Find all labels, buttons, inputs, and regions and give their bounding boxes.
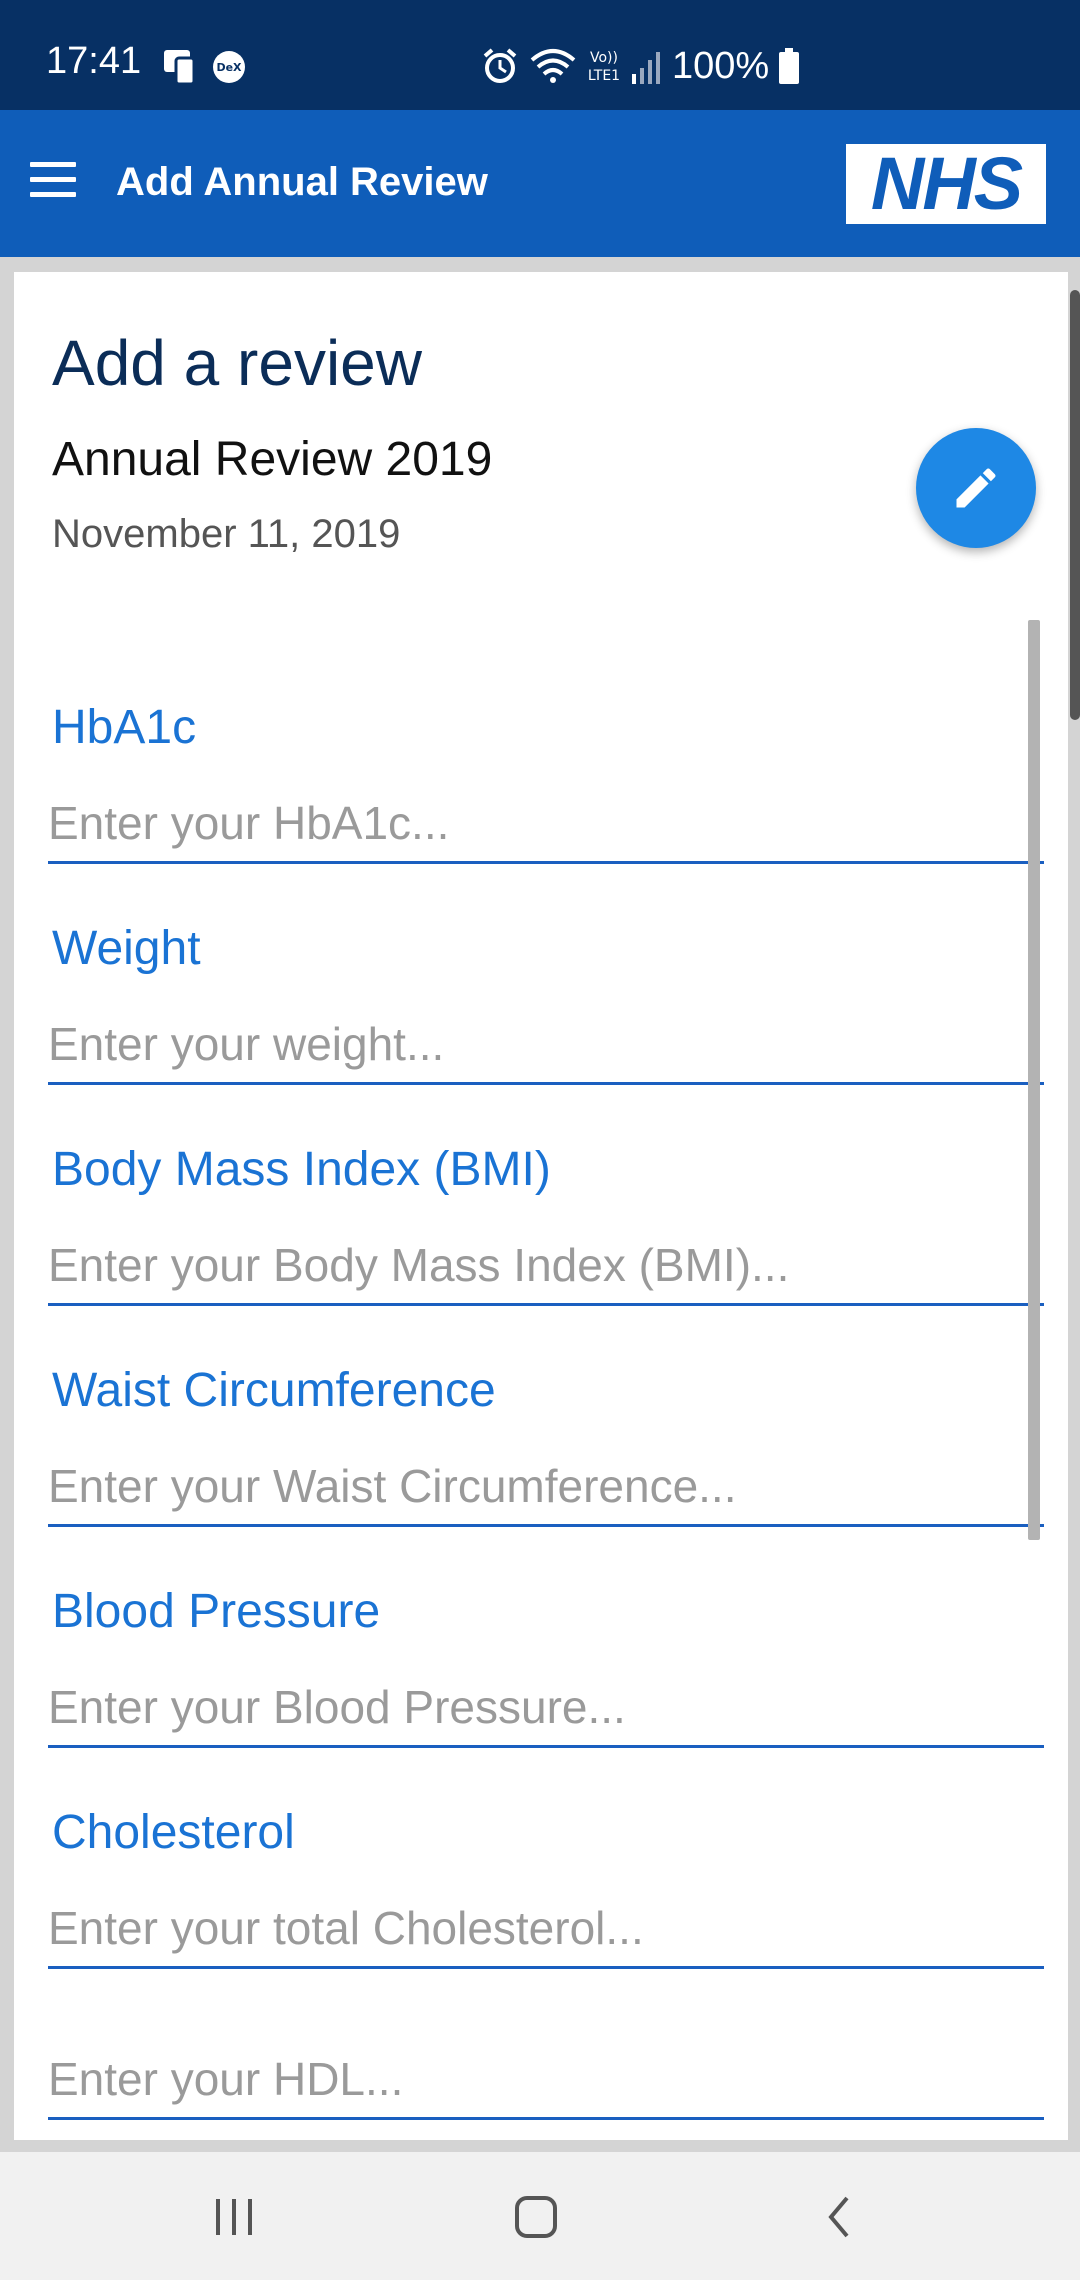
status-time: 17:41 [46, 40, 142, 82]
home-icon [515, 2196, 557, 2238]
svg-text:Vo)): Vo)) [590, 50, 618, 66]
review-form[interactable]: HbA1c Weight Body Mass Index (BMI) Waist… [14, 612, 1068, 2140]
status-bar: 17:41 DeX Vo)) LTE1 100% [0, 0, 1080, 110]
back-button[interactable] [798, 2182, 878, 2252]
dex-icon: DeX [213, 51, 245, 83]
back-icon [828, 2196, 849, 2238]
menu-icon-line [30, 192, 76, 197]
status-icons: Vo)) LTE1 100% [480, 36, 801, 96]
app-bar: Add Annual Review NHS [0, 110, 1080, 257]
hba1c-input[interactable] [48, 784, 1044, 864]
hdl-input[interactable] [48, 2040, 1044, 2120]
svg-text:LTE1: LTE1 [588, 68, 620, 84]
hba1c-label: HbA1c [52, 701, 197, 754]
menu-button[interactable] [30, 162, 76, 208]
battery-icon [779, 48, 800, 84]
form-scroll-indicator[interactable] [1028, 620, 1040, 1540]
nhs-logo: NHS [846, 144, 1046, 224]
battery-text: 100% [672, 44, 770, 87]
weight-input[interactable] [48, 1005, 1044, 1085]
review-card: Add a review Annual Review 2019 November… [14, 272, 1068, 2140]
alarm-icon [483, 48, 517, 83]
recent-apps-icon [216, 2199, 252, 2235]
bmi-label: Body Mass Index (BMI) [52, 1143, 551, 1196]
page-heading: Add a review [52, 327, 422, 399]
edit-button[interactable] [916, 428, 1036, 548]
review-date: November 11, 2019 [52, 512, 401, 556]
volte-icon: Vo)) LTE1 [588, 50, 620, 84]
signal-icon [632, 52, 660, 84]
total-cholesterol-input[interactable] [48, 1889, 1044, 1969]
page-scrollbar[interactable] [1070, 290, 1080, 720]
navigation-bar [0, 2152, 1080, 2280]
bmi-input[interactable] [48, 1226, 1044, 1306]
recent-apps-button[interactable] [194, 2182, 274, 2252]
menu-icon-line [30, 162, 76, 167]
blood-pressure-label: Blood Pressure [52, 1585, 381, 1638]
app-title: Add Annual Review [116, 160, 488, 204]
review-name: Annual Review 2019 [52, 433, 493, 486]
nhs-logo-text: NHS [870, 142, 1023, 225]
svg-text:DeX: DeX [216, 61, 242, 74]
wifi-icon [530, 49, 576, 83]
weight-label: Weight [52, 922, 201, 975]
blood-pressure-input[interactable] [48, 1668, 1044, 1748]
menu-icon-line [30, 177, 76, 182]
cholesterol-label: Cholesterol [52, 1806, 295, 1859]
home-button[interactable] [496, 2182, 576, 2252]
waist-circumference-input[interactable] [48, 1447, 1044, 1527]
pencil-icon [956, 468, 996, 508]
screen-mirror-icon [164, 50, 196, 86]
waist-circumference-label: Waist Circumference [52, 1364, 496, 1417]
